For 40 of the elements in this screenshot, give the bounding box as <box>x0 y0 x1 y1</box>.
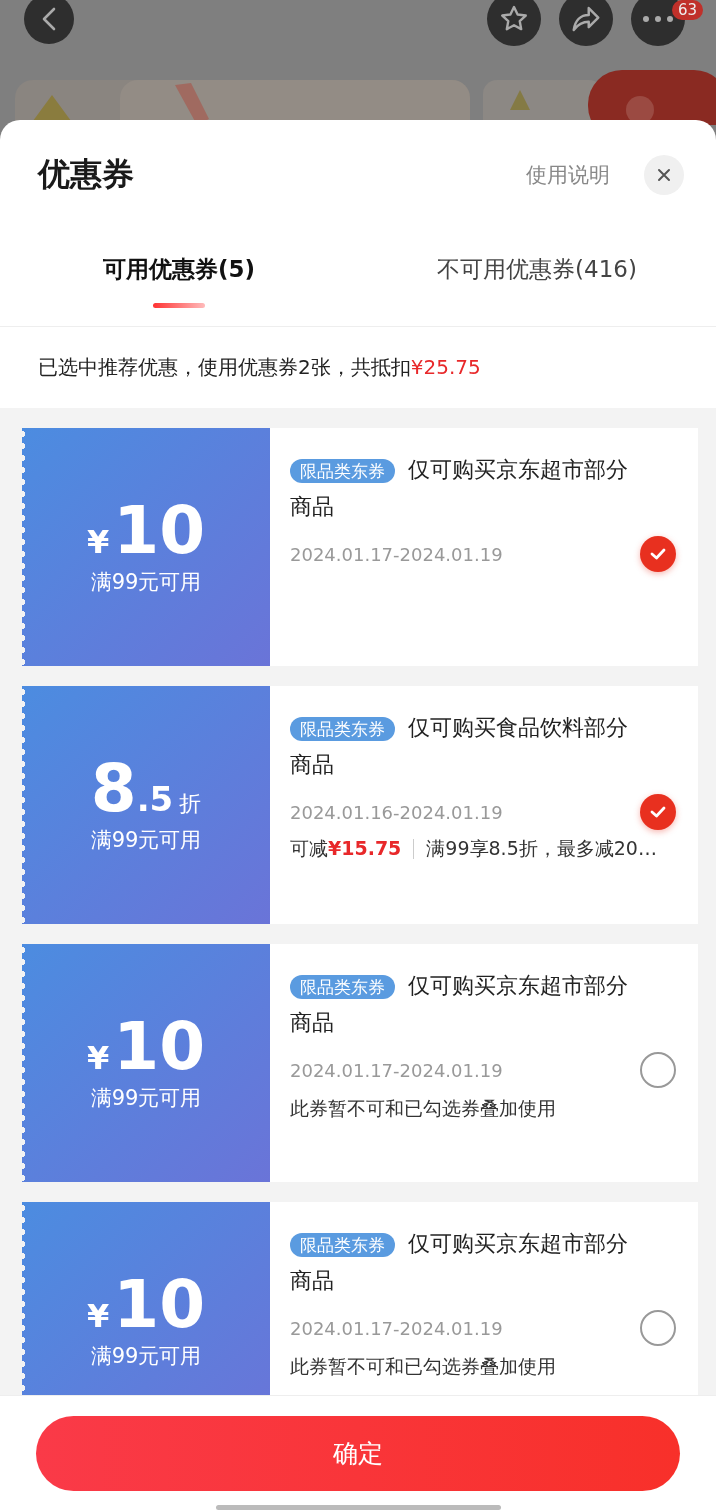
coupon-value: 8.5 折 <box>90 756 202 822</box>
coupon-dates: 2024.01.17-2024.01.19 <box>290 543 503 565</box>
coupon-value: ¥10 <box>86 1272 206 1338</box>
checkmark-icon <box>649 547 667 561</box>
coupon-rule: 满99享8.5折，最多减20… <box>426 836 657 861</box>
close-icon <box>657 168 671 182</box>
coupon-checkbox[interactable] <box>640 536 676 572</box>
coupon-dates: 2024.01.17-2024.01.19 <box>290 1059 503 1081</box>
notification-badge: 63 <box>672 0 704 20</box>
checkmark-icon <box>649 805 667 819</box>
coupon-condition: 满99元可用 <box>90 1343 202 1370</box>
favorite-button[interactable] <box>487 0 541 46</box>
coupon-checkbox[interactable] <box>640 794 676 830</box>
coupon-value: ¥10 <box>86 1014 206 1080</box>
tab[interactable]: 不可用优惠券(416) <box>358 230 716 326</box>
usage-instructions-link[interactable]: 使用说明 <box>526 161 610 189</box>
back-icon <box>40 6 58 32</box>
coupon-note: 此券暂不可和已勾选券叠加使用 <box>290 1096 557 1121</box>
coupon-condition: 满99元可用 <box>90 569 202 596</box>
sheet-title: 优惠券 <box>38 154 135 195</box>
coupon-value: ¥10 <box>86 498 206 564</box>
coupon-title: 限品类东券 仅可购买京东超市部分商品 <box>290 456 629 521</box>
selection-summary: 已选中推荐优惠，使用优惠券2张，共抵扣¥25.75 <box>38 354 481 381</box>
coupon-condition: 满99元可用 <box>90 1085 202 1112</box>
more-icon <box>642 15 674 23</box>
coupon-checkbox[interactable] <box>640 1052 676 1088</box>
coupon-checkbox[interactable] <box>640 1310 676 1346</box>
back-button[interactable] <box>24 0 74 44</box>
coupon-title: 限品类东券 仅可购买食品饮料部分商品 <box>290 714 629 779</box>
coupon-title: 限品类东券 仅可购买京东超市部分商品 <box>290 1230 629 1295</box>
close-button[interactable] <box>644 155 684 195</box>
coupon-note: 此券暂不可和已勾选券叠加使用 <box>290 1354 557 1379</box>
confirm-button[interactable]: 确定 <box>36 1416 680 1491</box>
coupon-dates: 2024.01.17-2024.01.19 <box>290 1317 503 1339</box>
coupon-condition: 满99元可用 <box>90 827 202 854</box>
coupon-dates: 2024.01.16-2024.01.19 <box>290 801 503 823</box>
coupon-title: 限品类东券 仅可购买京东超市部分商品 <box>290 972 629 1037</box>
tab[interactable]: 可用优惠券(5) <box>0 230 358 326</box>
coupon-savings: 可减¥15.75 <box>290 836 402 861</box>
share-button[interactable] <box>559 0 613 46</box>
